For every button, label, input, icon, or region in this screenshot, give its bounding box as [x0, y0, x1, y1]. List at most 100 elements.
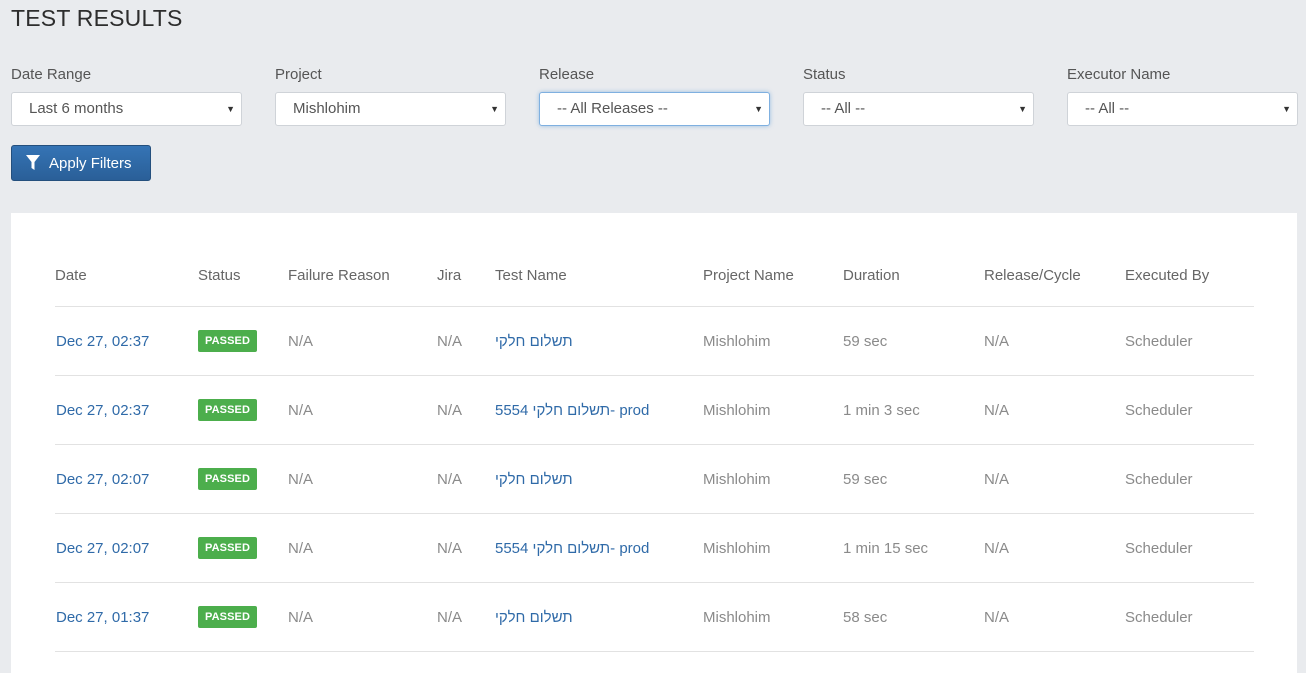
status-badge: PASSED: [198, 468, 258, 490]
project-name-cell: Mishlohim: [703, 513, 843, 583]
status-label: Status: [803, 66, 846, 83]
caret-down-icon: ▼: [1282, 104, 1291, 114]
release-cycle-cell: N/A: [984, 582, 1125, 652]
duration-cell: 59 sec: [843, 444, 984, 514]
duration-cell: 59 sec: [843, 306, 984, 376]
table-header-row: Date Status Failure Reason Jira Test Nam…: [55, 244, 1254, 307]
status-cell: PASSED: [198, 375, 288, 445]
test-name-link[interactable]: 5554 תשלום חלקי- prod: [495, 402, 649, 419]
project-value: Mishlohim: [293, 100, 361, 117]
test-name-cell: תשלום חלקי: [495, 582, 703, 652]
caret-down-icon: ▼: [754, 104, 763, 114]
apply-filters-label: Apply Filters: [49, 154, 132, 172]
project-name-cell: Mishlohim: [703, 444, 843, 514]
test-name-cell: תשלום חלקי: [495, 444, 703, 514]
date-cell: Dec 27, 01:37: [55, 582, 198, 652]
date-link[interactable]: Dec 27, 02:07: [55, 471, 149, 488]
release-cycle-cell: N/A: [984, 513, 1125, 583]
failure-reason-cell: N/A: [288, 513, 437, 583]
release-cycle-cell: N/A: [984, 375, 1125, 445]
status-badge: PASSED: [198, 606, 258, 628]
date-range-select[interactable]: Last 6 months ▼: [11, 92, 242, 126]
status-badge: PASSED: [198, 330, 258, 352]
column-header-jira[interactable]: Jira: [437, 244, 495, 307]
column-header-status[interactable]: Status: [198, 244, 288, 307]
date-range-label: Date Range: [11, 66, 92, 83]
release-value: -- All Releases --: [557, 100, 668, 117]
executor-name-select[interactable]: -- All -- ▼: [1067, 92, 1298, 126]
test-name-link[interactable]: תשלום חלקי: [495, 609, 573, 626]
test-name-link[interactable]: 5554 תשלום חלקי- prod: [495, 540, 649, 557]
duration-cell: 1 min 15 sec: [843, 513, 984, 583]
status-value: -- All --: [821, 100, 866, 117]
status-cell: PASSED: [198, 306, 288, 376]
failure-reason-cell: N/A: [288, 375, 437, 445]
status-select[interactable]: -- All -- ▼: [803, 92, 1034, 126]
table-row: Dec 27, 02:07 PASSED N/A N/A 5554 תשלום …: [55, 513, 1254, 583]
executed-by-cell: Scheduler: [1125, 444, 1254, 514]
test-name-cell: 5554 תשלום חלקי- prod: [495, 513, 703, 583]
release-label: Release: [539, 66, 595, 83]
column-header-project-name[interactable]: Project Name: [703, 244, 843, 307]
failure-reason-cell: N/A: [288, 582, 437, 652]
results-table: Date Status Failure Reason Jira Test Nam…: [55, 244, 1254, 652]
table-row: Dec 27, 02:37 PASSED N/A N/A תשלום חלקי …: [55, 306, 1254, 376]
release-filter: Release -- All Releases -- ▼: [539, 66, 770, 126]
executed-by-cell: Scheduler: [1125, 375, 1254, 445]
jira-cell: N/A: [437, 375, 495, 445]
project-name-cell: Mishlohim: [703, 582, 843, 652]
caret-down-icon: ▼: [490, 104, 499, 114]
project-label: Project: [275, 66, 322, 83]
filter-icon: [26, 155, 40, 170]
column-header-test-name[interactable]: Test Name: [495, 244, 703, 307]
caret-down-icon: ▼: [1018, 104, 1027, 114]
column-header-release-cycle[interactable]: Release/Cycle: [984, 244, 1125, 307]
column-header-failure-reason[interactable]: Failure Reason: [288, 244, 437, 307]
project-select[interactable]: Mishlohim ▼: [275, 92, 506, 126]
status-filter: Status -- All -- ▼: [803, 66, 1034, 126]
executed-by-cell: Scheduler: [1125, 306, 1254, 376]
date-link[interactable]: Dec 27, 01:37: [55, 609, 149, 626]
test-name-link[interactable]: תשלום חלקי: [495, 333, 573, 350]
table-row: Dec 27, 02:07 PASSED N/A N/A תשלום חלקי …: [55, 444, 1254, 514]
executor-name-filter: Executor Name -- All -- ▼: [1067, 66, 1298, 126]
status-cell: PASSED: [198, 513, 288, 583]
table-row: Dec 27, 02:37 PASSED N/A N/A 5554 תשלום …: [55, 375, 1254, 445]
date-cell: Dec 27, 02:37: [55, 306, 198, 376]
date-link[interactable]: Dec 27, 02:37: [55, 333, 149, 350]
page-title: TEST RESULTS: [11, 5, 183, 31]
duration-cell: 58 sec: [843, 582, 984, 652]
test-name-cell: 5554 תשלום חלקי- prod: [495, 375, 703, 445]
column-header-date[interactable]: Date: [55, 244, 198, 307]
caret-down-icon: ▼: [226, 104, 235, 114]
executor-name-value: -- All --: [1085, 100, 1130, 117]
status-badge: PASSED: [198, 399, 258, 421]
date-link[interactable]: Dec 27, 02:37: [55, 402, 149, 419]
date-link[interactable]: Dec 27, 02:07: [55, 540, 149, 557]
executor-name-label: Executor Name: [1067, 66, 1171, 83]
date-cell: Dec 27, 02:07: [55, 444, 198, 514]
project-filter: Project Mishlohim ▼: [275, 66, 506, 126]
apply-filters-button[interactable]: Apply Filters: [11, 145, 151, 181]
jira-cell: N/A: [437, 444, 495, 514]
failure-reason-cell: N/A: [288, 444, 437, 514]
column-header-executed-by[interactable]: Executed By: [1125, 244, 1254, 307]
release-select[interactable]: -- All Releases -- ▼: [539, 92, 770, 126]
failure-reason-cell: N/A: [288, 306, 437, 376]
executed-by-cell: Scheduler: [1125, 513, 1254, 583]
jira-cell: N/A: [437, 306, 495, 376]
executed-by-cell: Scheduler: [1125, 582, 1254, 652]
test-name-cell: תשלום חלקי: [495, 306, 703, 376]
project-name-cell: Mishlohim: [703, 375, 843, 445]
duration-cell: 1 min 3 sec: [843, 375, 984, 445]
status-badge: PASSED: [198, 537, 258, 559]
results-panel: Date Status Failure Reason Jira Test Nam…: [11, 213, 1297, 673]
table-row: Dec 27, 01:37 PASSED N/A N/A תשלום חלקי …: [55, 582, 1254, 652]
date-cell: Dec 27, 02:37: [55, 375, 198, 445]
jira-cell: N/A: [437, 513, 495, 583]
date-cell: Dec 27, 02:07: [55, 513, 198, 583]
release-cycle-cell: N/A: [984, 444, 1125, 514]
status-cell: PASSED: [198, 582, 288, 652]
test-name-link[interactable]: תשלום חלקי: [495, 471, 573, 488]
column-header-duration[interactable]: Duration: [843, 244, 984, 307]
